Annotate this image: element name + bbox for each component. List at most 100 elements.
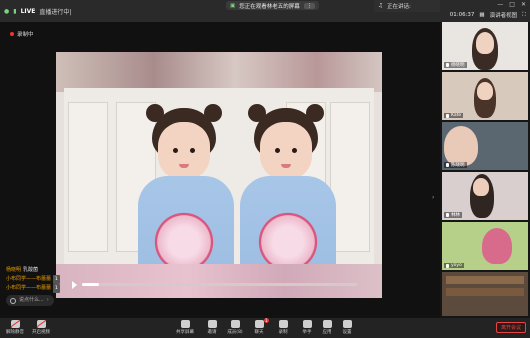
- recording-indicator: 录制中: [10, 30, 34, 38]
- toolbar-label: 共享屏幕: [176, 330, 194, 335]
- mic-icon: [446, 213, 449, 217]
- window-controls: — □ ✕: [497, 1, 526, 8]
- chat-overlay: 杨晓明 乳酸菌 小布同学——布蕾蕾 1 小布同学——布蕾蕾 1 说点什么... …: [6, 266, 60, 306]
- view-switch-label[interactable]: 演讲者视图: [490, 11, 518, 19]
- share-screen-icon: [180, 320, 190, 328]
- share-options-button[interactable]: ⋮: [303, 2, 316, 9]
- emoji-icon[interactable]: [10, 297, 16, 304]
- participant-video: [444, 126, 478, 166]
- participant-label: Kate: [444, 113, 464, 118]
- toolbar-label: 举手: [302, 330, 312, 335]
- toolbar-label: 录制: [278, 330, 288, 335]
- participant-tile[interactable]: 陈晓明: [442, 122, 528, 170]
- top-bar: ● ▮ LIVE 直播进行中| ▣ 您正在观看林老五的屏幕 ⋮ ♫ 正在讲话: …: [0, 0, 530, 22]
- chat-sender: 小布同学——布蕾蕾: [6, 285, 52, 291]
- participant-name: Kate: [451, 113, 462, 118]
- members-button[interactable]: 成员(8): [222, 320, 248, 335]
- unmute-button[interactable]: 解除静音: [2, 320, 28, 335]
- mic-icon: [446, 263, 449, 268]
- participant-label: 杨晓明: [444, 62, 467, 68]
- share-notice: ▣ 您正在观看林老五的屏幕 ⋮: [226, 1, 320, 10]
- video-room-background: [64, 88, 374, 298]
- video-off-icon: [36, 320, 46, 328]
- chat-message: 小布同学——布蕾蕾 1: [6, 284, 60, 293]
- share-screen-button[interactable]: 共享屏幕: [172, 320, 198, 335]
- chat-badge: 1: [263, 318, 269, 323]
- participant-name: yoyo: [451, 263, 462, 268]
- maximize-icon[interactable]: □: [509, 1, 515, 8]
- participant-name: 杨晓明: [451, 63, 465, 68]
- participant-tile[interactable]: 杨晓明: [442, 22, 528, 70]
- participant-name: 陈晓明: [451, 163, 465, 168]
- invite-icon: [207, 320, 217, 328]
- mic-muted-icon: [10, 320, 20, 328]
- participant-face: [473, 178, 489, 196]
- record-button[interactable]: 录制: [270, 320, 296, 335]
- chevron-right-icon[interactable]: ›: [47, 296, 49, 305]
- participant-label: yoyo: [444, 263, 464, 268]
- chat-tag: 1: [53, 284, 60, 293]
- settings-button[interactable]: 设置: [334, 320, 360, 335]
- signal-icon: ▮: [13, 8, 17, 15]
- video-progress-bar[interactable]: [82, 283, 358, 286]
- screen-icon: ▣: [230, 2, 236, 9]
- chat-tag: 1: [53, 275, 60, 284]
- participant-tile[interactable]: Kate: [442, 72, 528, 120]
- start-video-button[interactable]: 开启视频: [28, 320, 54, 335]
- collapse-panel-icon[interactable]: ›: [432, 194, 434, 201]
- mic-icon: [446, 163, 449, 167]
- shared-screen: 录制中 杨晓明 乳酸菌 小布同学——布蕾蕾 1 小布同学——布蕾蕾 1 说点什么…: [0, 22, 440, 318]
- participant-tile[interactable]: [442, 272, 528, 316]
- toolbar-label: 解除静音: [6, 330, 24, 335]
- bookshelf: [446, 288, 524, 296]
- close-icon[interactable]: ✕: [521, 1, 526, 8]
- chat-input[interactable]: 说点什么... ›: [6, 295, 54, 306]
- participant-video: [482, 228, 512, 264]
- chat-sender: 杨晓明: [6, 267, 22, 273]
- grid-icon[interactable]: ▦: [479, 12, 484, 18]
- chat-input-placeholder: 说点什么...: [19, 297, 44, 303]
- mic-icon: [446, 63, 449, 67]
- video-player[interactable]: [56, 52, 382, 298]
- top-right-controls: 01:06:37 ▦ 演讲者视图 ⛶: [449, 11, 526, 20]
- participant-tile[interactable]: yoyo: [442, 222, 528, 270]
- room-door: [68, 102, 108, 252]
- live-status: ● ▮ LIVE 直播进行中|: [4, 7, 71, 16]
- chat-message: 小布同学——布蕾蕾 1: [6, 275, 60, 284]
- live-label: LIVE: [20, 8, 36, 15]
- participant-label: 林林: [444, 212, 462, 218]
- raise-hand-icon: [302, 320, 312, 328]
- active-speaker-box: ♫ 正在讲话:: [374, 0, 440, 12]
- toolbar-label: 设置: [342, 330, 352, 335]
- chat-text: 乳酸菌: [23, 267, 39, 273]
- leave-meeting-button[interactable]: 离开会议: [495, 322, 526, 333]
- chat-icon: 1: [254, 318, 269, 328]
- play-icon[interactable]: [72, 281, 77, 289]
- bookshelf: [446, 276, 524, 284]
- video-blur-bottom: [56, 264, 382, 298]
- settings-icon: [342, 320, 352, 328]
- speaker-icon: ♫: [378, 3, 383, 9]
- toolbar-label: 开启视频: [32, 330, 50, 335]
- chat-sender: 小布同学——布蕾蕾: [6, 276, 52, 282]
- record-dot-icon: [10, 32, 14, 36]
- participant-face: [477, 82, 493, 100]
- meeting-timer: 01:06:37: [449, 12, 475, 18]
- toolbar-label: 应用: [322, 330, 332, 335]
- recording-label: 录制中: [17, 32, 34, 38]
- active-speaker-label: 正在讲话:: [386, 4, 411, 10]
- fullscreen-icon[interactable]: ⛶: [522, 12, 526, 19]
- video-progress-fill: [82, 283, 99, 286]
- record-icon: [278, 320, 288, 328]
- participant-label: 陈晓明: [444, 162, 467, 168]
- mic-icon: [446, 113, 449, 118]
- share-notice-text: 您正在观看林老五的屏幕: [239, 3, 300, 10]
- meeting-window: ● ▮ LIVE 直播进行中| ▣ 您正在观看林老五的屏幕 ⋮ ♫ 正在讲话: …: [0, 0, 530, 338]
- video-blur-top: [56, 52, 382, 92]
- participant-tile[interactable]: 林林: [442, 172, 528, 220]
- chat-button[interactable]: 1 聊天: [246, 318, 272, 335]
- chat-message: 杨晓明 乳酸菌: [6, 266, 60, 275]
- minimize-icon[interactable]: —: [497, 1, 503, 8]
- participant-panel: 杨晓明 Kate 陈晓明 林林 yoyo: [440, 22, 530, 318]
- toolbar-label: 成员(8): [227, 330, 243, 335]
